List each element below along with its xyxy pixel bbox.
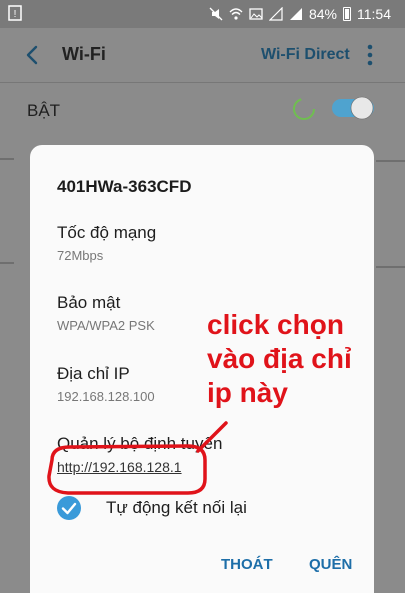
svg-text:!: ! [14,9,17,20]
network-name: 401HWa-363CFD [57,177,192,196]
divider [0,262,14,264]
notification-icon: ! [8,5,22,21]
divider [0,158,14,160]
annotation-text: click chọn vào địa chỉ ip này [207,308,397,410]
wifi-direct-button[interactable]: Wi-Fi Direct [261,46,350,64]
router-link[interactable]: http://192.168.128.1 [57,459,182,475]
router-management-label: Quản lý bộ định tuyến [57,434,223,453]
security-value: WPA/WPA2 PSK [57,318,155,333]
mute-icon [209,7,223,21]
wifi-toggle-row: BẬT [0,83,405,135]
status-bar: ! 84% 11:54 [0,0,405,28]
sim-signal-icon [289,8,302,20]
annotation-line: vào địa chỉ [207,343,352,374]
annotation-line: click chọn [207,309,344,340]
battery-icon [343,7,351,21]
divider [376,160,405,162]
wifi-toggle-switch[interactable] [332,96,374,120]
app-bar: Wi-Fi Wi-Fi Direct [0,28,405,82]
divider [376,266,405,268]
auto-reconnect-checkbox[interactable]: Tự động kết nối lại [57,495,357,521]
wifi-state-label: BẬT [27,101,61,120]
speed-label: Tốc độ mạng [57,223,157,242]
ip-address-value: 192.168.128.100 [57,389,155,404]
image-icon [249,8,263,20]
back-arrow-icon[interactable] [18,41,46,69]
more-vert-icon[interactable] [360,42,380,68]
speed-value: 72Mbps [57,248,104,263]
exit-button[interactable]: THOÁT [221,556,273,573]
clock: 11:54 [357,6,391,22]
loading-spinner-icon [293,98,315,120]
signal-icon [268,7,283,21]
auto-reconnect-label: Tự động kết nối lại [106,498,247,517]
forget-button[interactable]: QUÊN [309,556,352,573]
battery-percent: 84% [308,6,337,22]
wifi-icon [229,8,243,20]
check-circle-icon [57,496,81,520]
ip-address-label: Địa chỉ IP [57,364,130,383]
page-title: Wi-Fi [62,44,106,64]
annotation-line: ip này [207,377,288,408]
security-label: Bảo mật [57,293,121,312]
